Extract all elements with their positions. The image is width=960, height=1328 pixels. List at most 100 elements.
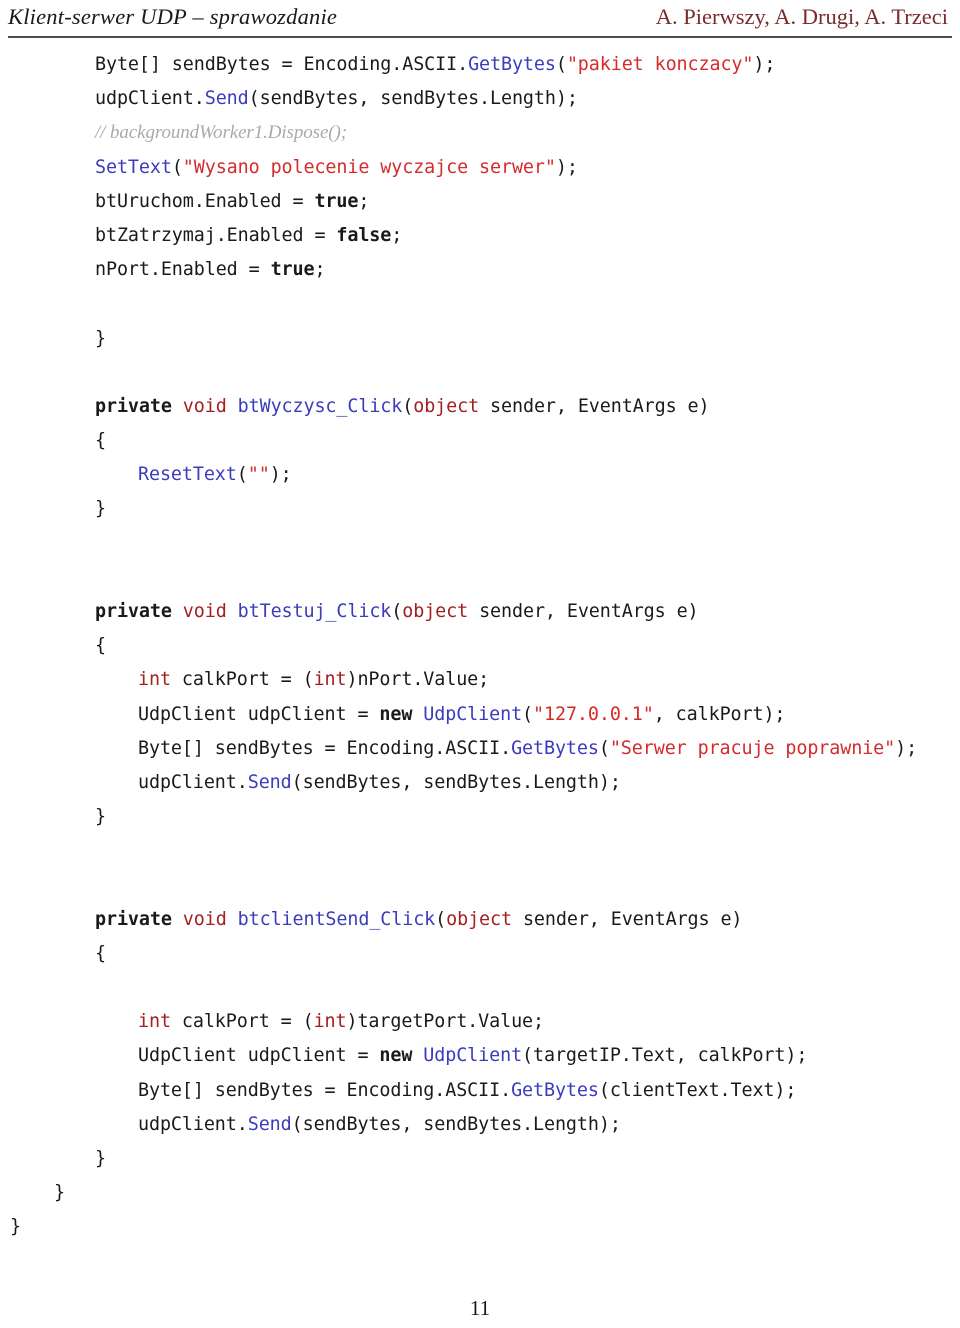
code-token-keyword: private bbox=[95, 908, 183, 930]
code-line: Byte[] sendBytes = Encoding.ASCII.GetByt… bbox=[0, 1074, 960, 1108]
code-token-plain: ( bbox=[171, 156, 183, 178]
code-token-type: object bbox=[413, 395, 480, 417]
code-token-plain: Byte[] sendBytes = Encoding.ASCII. bbox=[138, 737, 512, 759]
code-line bbox=[0, 527, 960, 561]
code-token-plain: (clientText.Text); bbox=[598, 1079, 797, 1101]
code-token-type: int bbox=[313, 669, 347, 691]
header-document-title: Klient-serwer UDP – sprawozdanie bbox=[8, 4, 338, 29]
code-token-plain: udpClient. bbox=[138, 771, 248, 793]
code-token-plain: ; bbox=[358, 190, 370, 212]
code-token-function: Send bbox=[247, 1113, 292, 1135]
code-token-plain: ); bbox=[269, 464, 292, 486]
code-token-function: SetText bbox=[95, 156, 172, 178]
code-line: } bbox=[0, 322, 960, 356]
code-line bbox=[0, 834, 960, 868]
code-line bbox=[0, 869, 960, 903]
code-line: UdpClient udpClient = new UdpClient(targ… bbox=[0, 1039, 960, 1073]
code-line: } bbox=[0, 1142, 960, 1176]
code-token-function: GetBytes bbox=[511, 737, 599, 759]
code-token-plain: { bbox=[95, 635, 106, 657]
code-token-function: btTestuj_Click bbox=[237, 601, 392, 622]
code-token-plain: sender, EventArgs e) bbox=[479, 395, 710, 417]
code-token-plain: sender, EventArgs e) bbox=[468, 601, 699, 622]
code-token-plain: )nPort.Value; bbox=[346, 669, 490, 691]
code-token-keyword: new bbox=[379, 703, 413, 725]
code-token-type: int bbox=[313, 1011, 347, 1033]
code-token-plain: Byte[] sendBytes = Encoding.ASCII. bbox=[95, 54, 469, 75]
code-token-plain: btZatrzymaj.Enabled = bbox=[95, 224, 337, 246]
header-authors: A. Pierwszy, A. Drugi, A. Trzeci bbox=[655, 4, 948, 29]
code-line bbox=[0, 287, 960, 321]
code-token-keyword: true bbox=[270, 259, 315, 281]
code-line: // backgroundWorker1.Dispose(); bbox=[0, 116, 960, 150]
code-line: SetText("Wysano polecenie wyczajce serwe… bbox=[0, 151, 960, 185]
code-token-function: UdpClient bbox=[423, 1045, 523, 1067]
code-token-type: void bbox=[182, 908, 227, 930]
code-token-function: GetBytes bbox=[468, 54, 556, 75]
code-token-plain: ( bbox=[522, 703, 534, 725]
code-token-type: void bbox=[182, 601, 227, 622]
code-token-plain: ); bbox=[555, 156, 578, 178]
code-token-plain: } bbox=[10, 1216, 21, 1238]
code-token-plain: , calkPort); bbox=[653, 703, 786, 725]
code-token-string: "Wysano polecenie wyczajce serwer" bbox=[182, 156, 556, 178]
code-token-function: Send bbox=[204, 88, 249, 110]
code-token-type: int bbox=[138, 1011, 171, 1033]
code-token-string: "Serwer pracuje poprawnie" bbox=[609, 737, 896, 759]
code-token-function: Send bbox=[247, 771, 292, 793]
code-line: btZatrzymaj.Enabled = false; bbox=[0, 219, 960, 253]
header-divider-rule bbox=[8, 36, 952, 38]
code-token-plain: (sendBytes, sendBytes.Length); bbox=[248, 88, 578, 110]
code-token-plain: UdpClient udpClient = bbox=[138, 1045, 380, 1067]
code-line: Byte[] sendBytes = Encoding.ASCII.GetByt… bbox=[0, 48, 960, 82]
code-token-plain: ); bbox=[895, 737, 918, 759]
code-line bbox=[0, 971, 960, 1005]
code-token-plain: ; bbox=[391, 224, 403, 246]
code-token-plain: calkPort = ( bbox=[170, 669, 314, 691]
code-token-keyword: private bbox=[95, 601, 183, 622]
code-token-function: btWyczysc_Click bbox=[237, 395, 403, 417]
code-line: udpClient.Send(sendBytes, sendBytes.Leng… bbox=[0, 766, 960, 800]
code-token-keyword: true bbox=[314, 190, 359, 212]
code-token-plain: ( bbox=[555, 54, 567, 75]
code-line: udpClient.Send(sendBytes, sendBytes.Leng… bbox=[0, 1108, 960, 1142]
code-line: private void btTestuj_Click(object sende… bbox=[0, 595, 960, 629]
code-line: nPort.Enabled = true; bbox=[0, 253, 960, 287]
code-token-plain: (sendBytes, sendBytes.Length); bbox=[291, 771, 621, 793]
code-line: } bbox=[0, 1176, 960, 1210]
code-token-type: object bbox=[446, 908, 512, 930]
code-line: { bbox=[0, 424, 960, 458]
code-token-string: "pakiet konczacy" bbox=[566, 54, 754, 75]
code-token-function: UdpClient bbox=[423, 703, 523, 725]
code-token-function: GetBytes bbox=[511, 1079, 599, 1101]
code-token-type: void bbox=[182, 395, 227, 417]
code-token-plain: } bbox=[95, 1148, 106, 1169]
code-line: { bbox=[0, 629, 960, 663]
code-token-keyword: private bbox=[95, 395, 183, 417]
code-token-plain: calkPort = ( bbox=[170, 1011, 314, 1033]
code-token-plain: ); bbox=[753, 54, 776, 75]
code-token-string: "127.0.0.1" bbox=[533, 703, 654, 725]
code-line: int calkPort = (int)nPort.Value; bbox=[0, 663, 960, 697]
code-token-plain: btUruchom.Enabled = bbox=[95, 190, 315, 212]
code-line: } bbox=[0, 800, 960, 834]
code-token-plain: ( bbox=[435, 908, 447, 930]
code-token-plain: ( bbox=[391, 601, 403, 622]
code-token-plain: )targetPort.Value; bbox=[346, 1011, 544, 1033]
code-line: Byte[] sendBytes = Encoding.ASCII.GetByt… bbox=[0, 732, 960, 766]
code-line: UdpClient udpClient = new UdpClient("127… bbox=[0, 698, 960, 732]
code-token-plain: udpClient. bbox=[138, 1113, 248, 1135]
code-token-plain: } bbox=[54, 1182, 65, 1204]
code-token-plain: sender, EventArgs e) bbox=[511, 908, 743, 930]
code-token-function: ResetText bbox=[138, 464, 237, 486]
